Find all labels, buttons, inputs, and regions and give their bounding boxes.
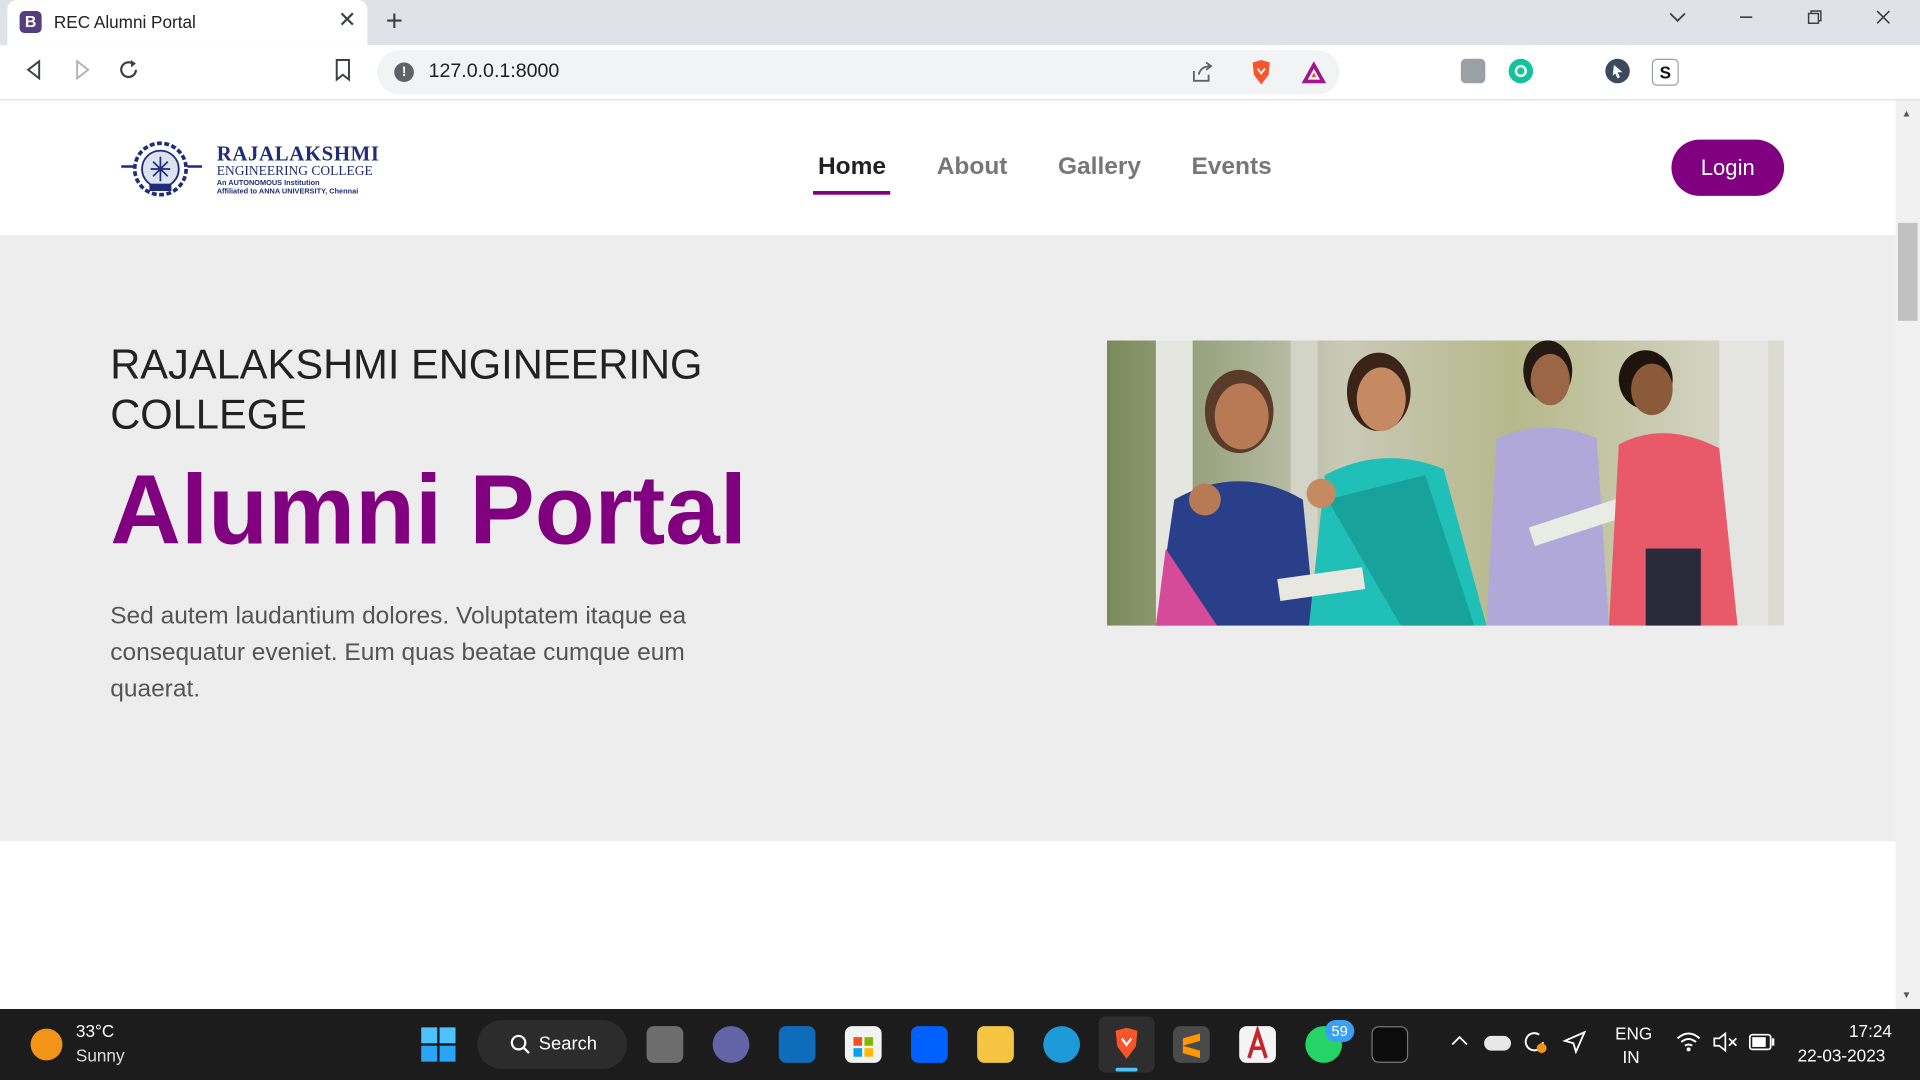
share-icon[interactable] [1190, 61, 1214, 89]
scrollbar-thumb[interactable] [1897, 222, 1918, 321]
wifi-icon[interactable] [1675, 1031, 1702, 1059]
whatsapp-badge: 59 [1324, 1020, 1355, 1043]
close-tab-icon[interactable]: ✕ [338, 7, 356, 33]
location-icon[interactable] [1562, 1030, 1587, 1061]
page-scrollbar[interactable]: ▲ ▼ [1895, 100, 1920, 1009]
weather-temp[interactable]: 33°C [76, 1021, 114, 1041]
close-window-icon[interactable] [1873, 7, 1893, 33]
search-icon [510, 1034, 530, 1054]
dropbox-icon[interactable] [911, 1026, 948, 1063]
volume-muted-icon[interactable] [1712, 1031, 1739, 1059]
profile-extension-icon[interactable] [1460, 58, 1486, 84]
taskbar-search[interactable]: Search [477, 1020, 627, 1069]
language-line2[interactable]: IN [1622, 1047, 1639, 1067]
students-photo [1106, 340, 1785, 626]
minimize-icon[interactable] [1736, 7, 1756, 33]
edge-icon[interactable] [1043, 1026, 1081, 1063]
clock-time[interactable]: 17:24 [1849, 1021, 1892, 1041]
battery-icon[interactable] [1748, 1033, 1776, 1056]
reload-icon[interactable] [116, 58, 140, 89]
login-button[interactable]: Login [1671, 139, 1785, 196]
sublime-text-icon[interactable] [1173, 1026, 1210, 1063]
hero-description: Sed autem laudantium dolores. Voluptatem… [110, 602, 687, 703]
s-extension-icon[interactable]: S [1651, 58, 1679, 86]
nav-home[interactable]: Home [818, 153, 886, 181]
page-viewport: RAJALAKSHMI ENGINEERING COLLEGE An AUTON… [0, 100, 1896, 1009]
bootstrap-favicon-icon: B [19, 11, 42, 34]
college-emblem-icon [121, 141, 203, 197]
logo-line2: ENGINEERING COLLEGE [216, 164, 373, 179]
terminal-icon[interactable] [1371, 1026, 1409, 1063]
access-icon[interactable] [1239, 1024, 1276, 1063]
language-line1[interactable]: ENG [1615, 1024, 1652, 1044]
clock-date[interactable]: 22-03-2023 [1798, 1046, 1886, 1066]
search-label: Search [538, 1033, 597, 1055]
chevron-up-icon[interactable] [1450, 1031, 1470, 1054]
windows-taskbar: 33°C Sunny Search 59 ENG IN 17:24 22-03-… [0, 1008, 1920, 1080]
store-icon[interactable] [844, 1026, 882, 1063]
logo-line1: RAJALAKSHMI [216, 142, 380, 166]
hero-section: RAJALAKSHMI ENGINEERING COLLEGE Alumni P… [0, 235, 1896, 842]
grammarly-icon[interactable] [1508, 58, 1534, 84]
teams-chat-icon[interactable] [712, 1026, 750, 1063]
file-explorer-icon[interactable] [977, 1026, 1014, 1063]
nav-gallery[interactable]: Gallery [1058, 153, 1141, 181]
brave-rewards-icon[interactable] [1300, 60, 1327, 91]
back-icon[interactable] [22, 58, 46, 89]
task-view-icon[interactable] [646, 1026, 684, 1063]
nav-active-underline [813, 191, 891, 195]
chevron-down-icon[interactable] [1668, 7, 1688, 33]
scroll-up-icon[interactable]: ▲ [1902, 108, 1912, 119]
active-app-indicator [1115, 1067, 1138, 1072]
address-bar[interactable]: ! 127.0.0.1:8000 [377, 50, 1340, 95]
url-text[interactable]: 127.0.0.1:8000 [429, 61, 560, 83]
browser-tab[interactable]: B REC Alumni Portal ✕ [7, 0, 368, 46]
onedrive-icon[interactable] [1484, 1035, 1512, 1051]
scroll-down-icon[interactable]: ▼ [1902, 989, 1912, 1000]
browser-toolbar: ! 127.0.0.1:8000 S [0, 45, 1920, 134]
windows-start-icon[interactable] [420, 1026, 457, 1069]
tab-title: REC Alumni Portal [53, 12, 196, 32]
brave-shields-icon[interactable] [1249, 59, 1273, 92]
nav-about[interactable]: About [937, 153, 1008, 181]
sun-icon[interactable] [30, 1028, 63, 1061]
college-logo[interactable]: RAJALAKSHMI ENGINEERING COLLEGE An AUTON… [116, 140, 410, 199]
mail-icon[interactable] [778, 1026, 816, 1063]
cursor-icon[interactable] [1605, 58, 1630, 84]
brave-taskbar-button[interactable] [1098, 1016, 1155, 1073]
restore-icon[interactable] [1805, 7, 1825, 33]
site-header: RAJALAKSHMI ENGINEERING COLLEGE An AUTON… [0, 100, 1896, 236]
hero-college-name: RAJALAKSHMI ENGINEERING COLLEGE [110, 341, 703, 439]
forward-icon[interactable] [70, 58, 94, 89]
browser-tab-strip: B REC Alumni Portal ✕ + [0, 0, 1920, 46]
site-info-icon[interactable]: ! [394, 62, 414, 83]
new-tab-icon[interactable]: + [386, 5, 403, 39]
hero-title: Alumni Portal [110, 455, 748, 565]
brave-icon [1115, 1027, 1138, 1059]
logo-line4: Affiliated to ANNA UNIVERSITY, Chennai [216, 188, 359, 196]
weather-desc[interactable]: Sunny [76, 1046, 125, 1066]
logo-line3: An AUTONOMOUS Institution [216, 180, 320, 188]
sync-icon[interactable] [1521, 1029, 1548, 1062]
nav-events[interactable]: Events [1191, 153, 1271, 181]
bookmark-icon[interactable] [332, 58, 354, 89]
